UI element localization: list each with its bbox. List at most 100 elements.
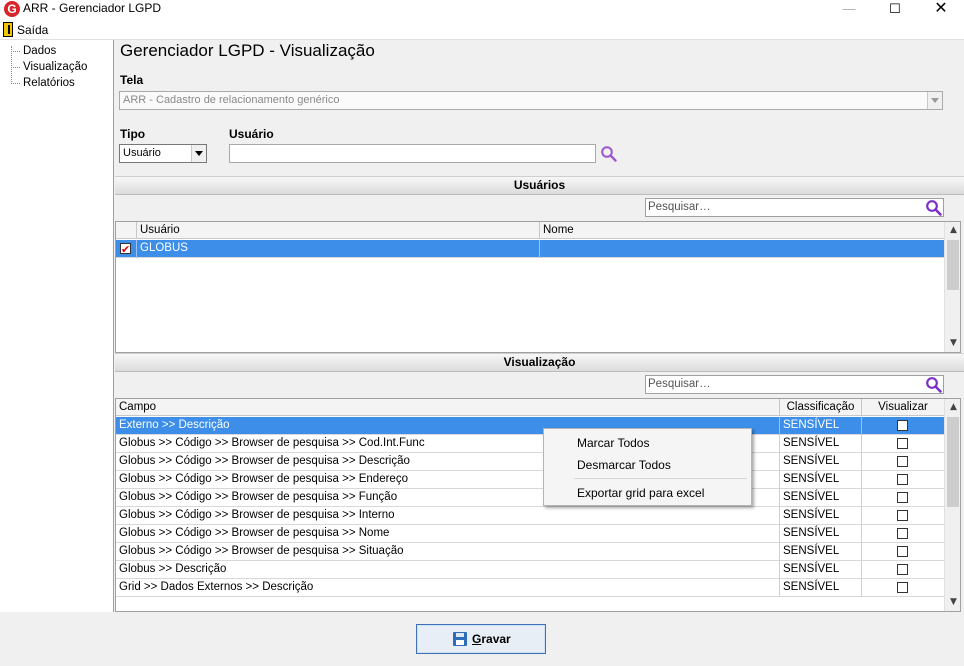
table-row[interactable]: Grid >> Dados Externos >> Descrição SENSÍ… <box>116 579 945 597</box>
ctx-item-marcar-todos[interactable]: Marcar Todos <box>577 436 649 450</box>
tipo-value: Usuário <box>123 147 161 159</box>
table-row[interactable]: Globus >> Código >> Browser de pesquisa … <box>116 489 945 507</box>
users-col-usuario[interactable]: Usuário <box>137 222 540 239</box>
scroll-thumb[interactable] <box>947 417 959 507</box>
tela-value: ARR - Cadastro de relacionamento genéric… <box>123 94 340 106</box>
cell-visualizar <box>862 453 945 471</box>
table-row[interactable]: Globus >> Código >> Browser de pesquisa … <box>116 453 945 471</box>
save-button-label: Gravar <box>472 632 511 646</box>
title-bar: G ARR - Gerenciador LGPD — ☐ ✕ <box>0 0 964 20</box>
sidebar-item-dados[interactable]: Dados <box>11 43 56 59</box>
users-col-nome[interactable]: Nome <box>540 222 945 239</box>
cell-classificacao: SENSÍVEL <box>780 435 862 453</box>
cell-campo: Globus >> Código >> Browser de pesquisa … <box>116 525 780 543</box>
view-search-input[interactable]: Pesquisar… <box>645 375 944 394</box>
search-icon[interactable] <box>925 199 943 217</box>
cell-classificacao: SENSÍVEL <box>780 453 862 471</box>
row-check-cell <box>116 240 137 258</box>
scroll-down-icon[interactable]: ▼ <box>945 594 960 611</box>
view-col-visualizar[interactable]: Visualizar <box>862 399 945 416</box>
cell-classificacao: SENSÍVEL <box>780 417 862 435</box>
view-section-header: Visualização <box>115 353 964 372</box>
search-icon[interactable] <box>600 145 618 163</box>
chevron-down-icon[interactable] <box>927 92 942 109</box>
checkbox[interactable] <box>120 241 131 258</box>
context-menu: Marcar Todos Desmarcar Todos Exportar gr… <box>543 428 752 506</box>
view-grid: Campo Classificação Visualizar Externo >… <box>115 398 961 612</box>
tipo-select[interactable]: Usuário <box>119 144 207 163</box>
maximize-button[interactable]: ☐ <box>872 0 918 20</box>
cell-campo: Globus >> Código >> Browser de pesquisa … <box>116 543 780 561</box>
sidebar-item-visualizacao[interactable]: Visualização <box>11 59 87 75</box>
users-grid-header: Usuário Nome <box>116 222 945 239</box>
users-section-header: Usuários <box>115 176 964 195</box>
table-row[interactable]: Globus >> Código >> Browser de pesquisa … <box>116 507 945 525</box>
cell-classificacao: SENSÍVEL <box>780 525 862 543</box>
cell-campo: Globus >> Código >> Browser de pesquisa … <box>116 507 780 525</box>
chevron-down-icon[interactable] <box>191 145 206 162</box>
table-row[interactable]: Globus >> Código >> Browser de pesquisa … <box>116 525 945 543</box>
scroll-thumb[interactable] <box>947 240 959 290</box>
ctx-item-exportar-excel[interactable]: Exportar grid para excel <box>577 486 704 500</box>
window-title: ARR - Gerenciador LGPD <box>23 1 162 15</box>
tipo-label: Tipo <box>120 127 146 141</box>
save-button[interactable]: Gravar <box>416 624 546 654</box>
view-scrollbar[interactable]: ▲ ▼ <box>944 399 960 611</box>
cell-classificacao: SENSÍVEL <box>780 543 862 561</box>
cell-visualizar <box>862 489 945 507</box>
table-row[interactable]: GLOBUS <box>116 240 945 258</box>
tela-combo[interactable]: ARR - Cadastro de relacionamento genéric… <box>119 91 943 110</box>
visualizar-checkbox[interactable] <box>897 492 908 503</box>
minimize-button[interactable]: — <box>826 0 872 20</box>
table-row[interactable]: Globus >> Código >> Browser de pesquisa … <box>116 471 945 489</box>
cell-nome <box>540 240 945 258</box>
table-row[interactable]: Globus >> Descrição SENSÍVEL <box>116 561 945 579</box>
view-grid-header: Campo Classificação Visualizar <box>116 399 945 416</box>
usuario-input[interactable] <box>229 144 596 163</box>
view-col-classificacao[interactable]: Classificação <box>780 399 862 416</box>
visualizar-checkbox[interactable] <box>897 438 908 449</box>
cell-classificacao: SENSÍVEL <box>780 489 862 507</box>
cell-visualizar <box>862 525 945 543</box>
visualizar-checkbox[interactable] <box>897 546 908 557</box>
visualizar-checkbox[interactable] <box>897 474 908 485</box>
visualizar-checkbox[interactable] <box>897 510 908 521</box>
app-logo-icon: G <box>4 1 20 17</box>
users-col-check <box>116 222 137 239</box>
users-scrollbar[interactable]: ▲ ▼ <box>944 222 960 352</box>
scroll-up-icon[interactable]: ▲ <box>945 399 960 416</box>
usuario-label: Usuário <box>229 127 274 141</box>
users-search-input[interactable]: Pesquisar… <box>645 198 944 217</box>
sidebar-item-relatorios[interactable]: Relatórios <box>11 75 75 91</box>
visualizar-checkbox[interactable] <box>897 564 908 575</box>
table-row[interactable]: Globus >> Código >> Browser de pesquisa … <box>116 543 945 561</box>
users-grid: Usuário Nome GLOBUS ▲ ▼ <box>115 221 961 353</box>
visualizar-checkbox[interactable] <box>897 582 908 593</box>
cell-visualizar <box>862 561 945 579</box>
table-row[interactable]: Globus >> Código >> Browser de pesquisa … <box>116 435 945 453</box>
cell-classificacao: SENSÍVEL <box>780 561 862 579</box>
cell-visualizar <box>862 417 945 435</box>
cell-visualizar <box>862 543 945 561</box>
visualizar-checkbox[interactable] <box>897 456 908 467</box>
menu-bar: Saída <box>0 20 964 40</box>
ctx-item-desmarcar-todos[interactable]: Desmarcar Todos <box>577 458 671 472</box>
cell-classificacao: SENSÍVEL <box>780 471 862 489</box>
cell-visualizar <box>862 471 945 489</box>
cell-usuario: GLOBUS <box>137 240 540 258</box>
view-col-campo[interactable]: Campo <box>116 399 780 416</box>
page-title: Gerenciador LGPD - Visualização <box>120 41 375 60</box>
tela-label: Tela <box>120 73 144 87</box>
search-icon[interactable] <box>925 376 943 394</box>
table-row[interactable]: Externo >> Descrição SENSÍVEL <box>116 417 945 435</box>
scroll-down-icon[interactable]: ▼ <box>945 335 960 352</box>
visualizar-checkbox[interactable] <box>897 420 908 431</box>
cell-classificacao: SENSÍVEL <box>780 507 862 525</box>
cell-classificacao: SENSÍVEL <box>780 579 862 597</box>
cell-campo: Grid >> Dados Externos >> Descrição <box>116 579 780 597</box>
scroll-up-icon[interactable]: ▲ <box>945 222 960 239</box>
close-button[interactable]: ✕ <box>918 0 964 20</box>
menu-exit[interactable]: Saída <box>17 23 48 37</box>
cell-campo: Globus >> Descrição <box>116 561 780 579</box>
visualizar-checkbox[interactable] <box>897 528 908 539</box>
